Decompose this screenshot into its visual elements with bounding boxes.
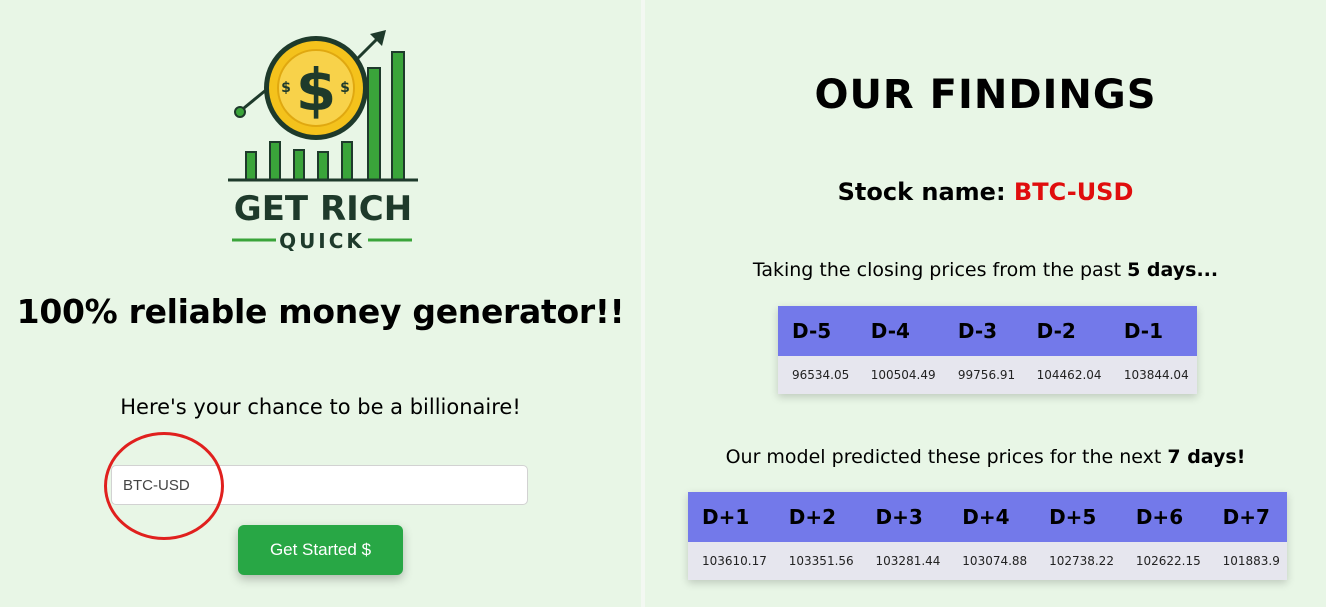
table-cell: 102622.15 xyxy=(1121,542,1209,580)
table-header-row: D+1 D+2 D+3 D+4 D+5 D+6 D+7 xyxy=(688,492,1287,542)
table-header-cell: D-4 xyxy=(856,306,944,356)
stock-name-value: BTC-USD xyxy=(1013,178,1134,206)
table-header-cell: D+6 xyxy=(1121,492,1209,542)
table-row: 96534.05 100504.49 99756.91 104462.04 10… xyxy=(778,356,1197,394)
pred-caption-bold: 7 days! xyxy=(1167,446,1246,468)
table-header-row: D-5 D-4 D-3 D-2 D-1 xyxy=(778,306,1197,356)
past-caption-bold: 5 days... xyxy=(1127,259,1219,281)
stock-name-label: Stock name: xyxy=(837,178,1006,206)
table-header-cell: D+1 xyxy=(688,492,775,542)
table-header-cell: D-2 xyxy=(1022,306,1110,356)
table-header-cell: D+2 xyxy=(774,492,862,542)
table-header-cell: D+5 xyxy=(1035,492,1122,542)
table-header-cell: D+4 xyxy=(948,492,1036,542)
svg-text:$: $ xyxy=(296,56,336,124)
past-prices-table: D-5 D-4 D-3 D-2 D-1 96534.05 100504.49 9… xyxy=(778,306,1197,394)
table-cell: 102738.22 xyxy=(1035,542,1122,580)
stock-ticker-input[interactable] xyxy=(111,465,528,505)
pred-caption-text: Our model predicted these prices for the… xyxy=(725,446,1162,468)
table-cell: 103844.04 xyxy=(1109,356,1197,394)
table-header-cell: D+3 xyxy=(861,492,949,542)
hero-headline: 100% reliable money generator!! xyxy=(16,292,625,331)
past-prices-caption: Taking the closing prices from the past … xyxy=(645,259,1326,281)
table-header-cell: D-1 xyxy=(1109,306,1197,356)
logo-text-line2: QUICK xyxy=(279,229,365,253)
stock-name-line: Stock name: BTC-USD xyxy=(645,178,1326,206)
predicted-prices-caption: Our model predicted these prices for the… xyxy=(645,446,1326,468)
table-cell: 103074.88 xyxy=(948,542,1036,580)
findings-title: OUR FINDINGS xyxy=(814,72,1157,118)
table-cell: 103610.17 xyxy=(688,542,775,580)
get-rich-quick-logo: $ $ $ GET RICH QUICK xyxy=(228,30,418,253)
hero-subline: Here's your chance to be a billionaire! xyxy=(120,395,521,419)
table-cell: 104462.04 xyxy=(1022,356,1110,394)
logo-text-line1: GET RICH xyxy=(234,189,412,229)
svg-text:$: $ xyxy=(340,80,350,96)
get-started-button[interactable]: Get Started $ xyxy=(238,525,403,575)
predicted-prices-table: D+1 D+2 D+3 D+4 D+5 D+6 D+7 103610.17 10… xyxy=(688,492,1287,580)
table-cell: 101883.9 xyxy=(1208,542,1287,580)
table-header-cell: D-3 xyxy=(943,306,1023,356)
table-cell: 100504.49 xyxy=(856,356,944,394)
table-cell: 103351.56 xyxy=(774,542,862,580)
table-cell: 103281.44 xyxy=(861,542,949,580)
svg-text:$: $ xyxy=(281,80,291,96)
table-header-cell: D-5 xyxy=(778,306,857,356)
table-row: 103610.17 103351.56 103281.44 103074.88 … xyxy=(688,542,1287,580)
table-cell: 96534.05 xyxy=(778,356,857,394)
table-header-cell: D+7 xyxy=(1208,492,1287,542)
past-caption-text: Taking the closing prices from the past xyxy=(752,259,1122,281)
table-cell: 99756.91 xyxy=(943,356,1023,394)
